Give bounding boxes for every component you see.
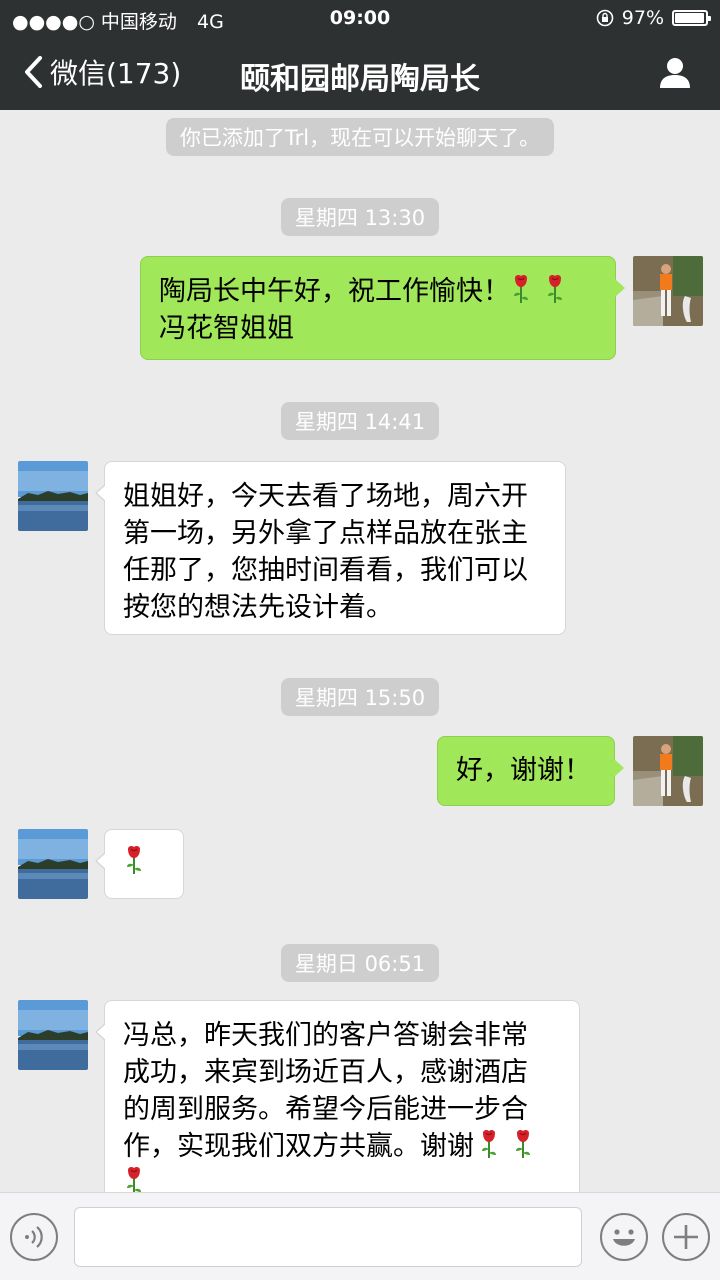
rose-emoji-icon [123, 1166, 145, 1192]
orientation-lock-icon [596, 9, 614, 27]
timestamp: 星期四 13:30 [0, 198, 720, 236]
message-text: 按您的想法先设计着。 [123, 592, 393, 623]
message-bubble-outgoing[interactable]: 好，谢谢！ [437, 736, 624, 806]
person-icon [660, 58, 690, 88]
avatar-photo [18, 829, 88, 899]
system-notice-text: 你已添加了Trl，现在可以开始聊天了。 [165, 118, 555, 156]
message-text: 冯总，昨天我们的客户答谢会非常 [123, 1020, 528, 1051]
avatar-photo [633, 256, 703, 326]
chat-title: 颐和园邮局陶局长 [240, 62, 480, 97]
message-text: 的周到服务。希望今后能进一步合 [123, 1094, 528, 1125]
my-avatar[interactable] [633, 736, 703, 806]
voice-toggle-button[interactable] [10, 1213, 58, 1261]
message-text: 陶局长中午好，祝工作愉快！ [159, 276, 510, 307]
battery-percent: 97% [621, 7, 664, 29]
timestamp-text: 星期日 06:51 [280, 944, 440, 982]
battery-fill [675, 13, 705, 23]
timestamp: 星期日 06:51 [0, 944, 720, 982]
my-avatar[interactable] [633, 256, 703, 326]
message-text: 冯花智姐姐 [159, 313, 294, 344]
message-bubble-outgoing[interactable]: 陶局长中午好，祝工作愉快！ 冯花智姐姐 [140, 256, 625, 360]
smiley-icon [613, 1229, 635, 1246]
avatar-photo [18, 461, 88, 531]
message-text: 姐姐好，今天去看了场地，周六开 [123, 481, 528, 512]
message-line: 陶局长中午好，祝工作愉快！ [159, 273, 597, 310]
message-bubble-incoming[interactable] [95, 829, 184, 899]
timestamp-text: 星期四 14:41 [280, 402, 440, 440]
timestamp-text: 星期四 15:50 [280, 678, 440, 716]
contact-avatar[interactable] [18, 461, 88, 531]
plus-icon [674, 1225, 698, 1249]
avatar-photo [18, 1000, 88, 1070]
message-line [123, 1165, 561, 1192]
timestamp: 星期四 15:50 [0, 678, 720, 716]
avatar-photo [633, 736, 703, 806]
system-notice: 你已添加了Trl，现在可以开始聊天了。 [0, 118, 720, 156]
voice-icon [25, 1226, 43, 1248]
contact-avatar[interactable] [18, 1000, 88, 1070]
rose-emoji-icon [544, 274, 566, 304]
input-bar [0, 1192, 720, 1280]
emoji-button[interactable] [600, 1213, 648, 1261]
nav-bar: 微信(173) 颐和园邮局陶局长 [0, 38, 720, 110]
rose-emoji-icon [478, 1129, 500, 1159]
more-actions-button[interactable] [662, 1213, 710, 1261]
status-bar: ●●●●○ 中国移动 4G 09:00 97% [0, 0, 720, 38]
battery-icon [672, 10, 711, 26]
rose-emoji-icon [512, 1129, 534, 1159]
message-text: 任那了，您抽时间看看，我们可以 [123, 555, 528, 586]
message-input[interactable] [74, 1207, 582, 1267]
message-line: 作，实现我们双方共赢。谢谢 [123, 1128, 561, 1165]
rose-emoji-icon [123, 845, 145, 875]
timestamp-text: 星期四 13:30 [280, 198, 440, 236]
message-text: 好，谢谢！ [456, 755, 591, 786]
rose-emoji-icon [510, 274, 532, 304]
message-text: 作，实现我们双方共赢。谢谢 [123, 1131, 474, 1162]
chat-area[interactable]: 你已添加了Trl，现在可以开始聊天了。 星期四 13:30 陶局长中午好，祝工作… [0, 110, 720, 1192]
timestamp: 星期四 14:41 [0, 402, 720, 440]
status-right: 97% [596, 7, 711, 29]
message-text: 成功，来宾到场近百人，感谢酒店 [123, 1057, 528, 1088]
message-text: 第一场，另外拿了点样品放在张主 [123, 518, 528, 549]
contact-avatar[interactable] [18, 829, 88, 899]
message-bubble-incoming[interactable]: 姐姐好，今天去看了场地，周六开 第一场，另外拿了点样品放在张主 任那了，您抽时间… [95, 461, 566, 635]
profile-button[interactable] [658, 56, 692, 94]
message-bubble-incoming[interactable]: 冯总，昨天我们的客户答谢会非常 成功，来宾到场近百人，感谢酒店 的周到服务。希望… [95, 1000, 580, 1192]
